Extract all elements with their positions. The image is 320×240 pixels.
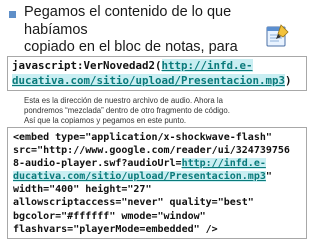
code-2-line-4-suffix: ": [265, 171, 272, 183]
code-2-line-6: allowscriptaccess="never" quality="best": [13, 197, 254, 209]
notepad-icon: [266, 24, 289, 47]
embed-audio-link-part-1[interactable]: http://infd.e-: [181, 158, 266, 170]
code-2-line-4: ducativa.com/sitio/upload/Presentacion.m…: [13, 170, 306, 183]
code-2-line-7: bgcolor="#ffffff" wmode="window": [13, 210, 206, 222]
code-2-line-1: <embed type="application/x-shockwave-fla…: [13, 132, 272, 143]
code-1-suffix: ): [285, 74, 292, 87]
code-1-line-1: javascript:VerNovedad2(http://infd.e-: [12, 58, 306, 73]
code-snippet-2: <embed type="application/x-shockwave-fla…: [7, 127, 307, 239]
bullet-marker: [9, 11, 16, 18]
audio-url-link-part-2[interactable]: ducativa.com/sitio/upload/Presentacion.m…: [12, 74, 286, 87]
code-1-prefix: javascript:VerNovedad2(: [12, 59, 162, 72]
code-2-line-3: 8-audio-player.swf?audioUrl=http://infd.…: [13, 157, 306, 170]
explanation-text: Esta es la dirección de nuestro archivo …: [24, 96, 304, 126]
explanation-line-1: Esta es la dirección de nuestro archivo …: [24, 96, 223, 105]
audio-url-link-part-1[interactable]: http://infd.e-: [161, 59, 253, 72]
code-2-line-2: src="http://www.google.com/reader/ui/324…: [13, 145, 290, 157]
explanation-line-3: Así que la copiamos y pegamos en este pu…: [24, 116, 187, 125]
explanation-line-2: pondremos “mezclada” dentro de otro frag…: [24, 106, 230, 115]
code-snippet-1: javascript:VerNovedad2(http://infd.e- du…: [7, 56, 307, 91]
code-1-line-2: ducativa.com/sitio/upload/Presentacion.m…: [12, 73, 306, 88]
code-2-line-3-prefix: 8-audio-player.swf?audioUrl=: [13, 158, 182, 170]
code-2-line-8: flashvars="playerMode=embedded" />: [13, 223, 218, 235]
heading-line-1: Pegamos el contenido de lo que habíamos: [24, 4, 232, 38]
code-2-line-5: width="400" height="27": [13, 184, 152, 196]
embed-audio-link-part-2[interactable]: ducativa.com/sitio/upload/Presentacion.m…: [13, 171, 266, 183]
